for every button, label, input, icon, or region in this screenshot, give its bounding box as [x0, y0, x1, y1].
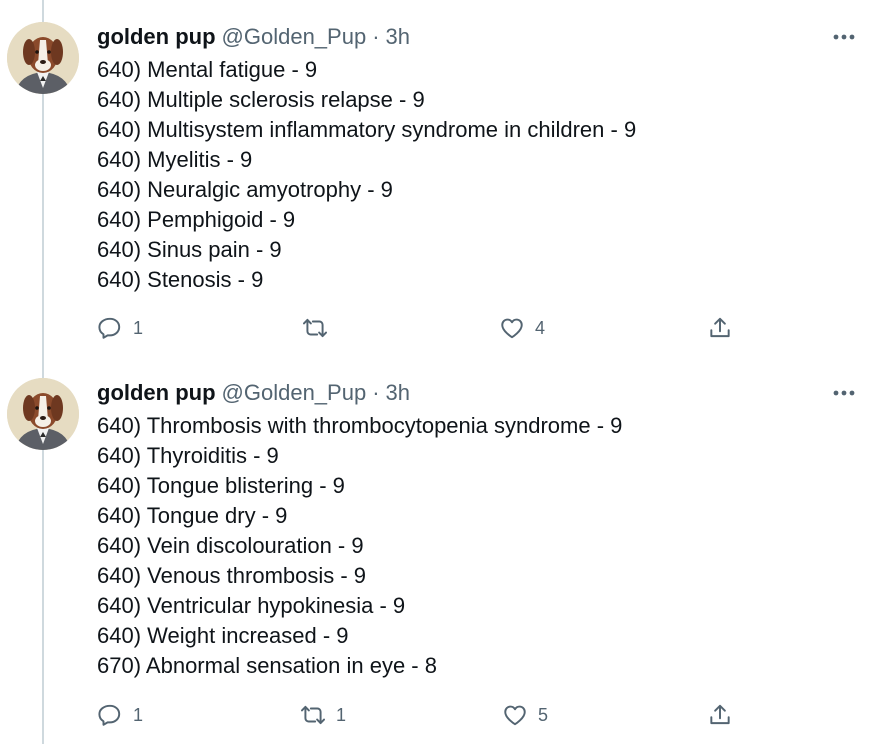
tweet-line: 640) Mental fatigue - 9 [97, 57, 318, 82]
author-name[interactable]: golden pup [97, 24, 216, 50]
reply-button[interactable]: 1 [97, 698, 143, 732]
like-count: 4 [535, 317, 546, 338]
more-options-button[interactable] [830, 26, 858, 48]
retweet-button[interactable] [302, 311, 338, 345]
tweet-actions: 1 4 [0, 311, 880, 345]
like-icon [501, 318, 523, 339]
tweet-line: 640) Multiple sclerosis relapse - 9 [97, 87, 425, 112]
tweet-line: 640) Myelitis - 9 [97, 147, 253, 172]
more-icon [833, 390, 855, 396]
more-icon [833, 34, 855, 40]
author-name[interactable]: golden pup [97, 380, 216, 406]
tweet-line: 640) Neuralgic amyotrophy - 9 [97, 177, 393, 202]
tweet-line: 640) Weight increased - 9 [97, 623, 349, 648]
tweet-header: golden pup @Golden_Pup · 3h [97, 22, 410, 52]
tweet-line: 640) Stenosis - 9 [97, 267, 264, 292]
like-button[interactable]: 4 [499, 311, 545, 345]
share-icon [710, 317, 730, 338]
retweet-count: 1 [336, 704, 347, 725]
timestamp[interactable]: 3h [386, 380, 410, 406]
tweet-line: 640) Venous thrombosis - 9 [97, 563, 367, 588]
thread-connector-line [42, 0, 44, 744]
like-button[interactable]: 5 [502, 698, 548, 732]
tweet-line: 640) Tongue blistering - 9 [97, 473, 345, 498]
reply-count: 1 [133, 704, 144, 725]
retweet-button[interactable]: 1 [300, 698, 346, 732]
reply-count: 1 [133, 317, 144, 338]
author-handle[interactable]: @Golden_Pup [222, 24, 367, 50]
reply-icon [98, 704, 121, 726]
tweet-line: 640) Thrombosis with thrombocytopenia sy… [97, 413, 623, 438]
author-handle[interactable]: @Golden_Pup [222, 380, 367, 406]
tweet-line: 640) Thyroiditis - 9 [97, 443, 279, 468]
tweet-line: 640) Sinus pain - 9 [97, 237, 282, 262]
avatar[interactable] [7, 22, 79, 94]
tweet-text: 640) Thrombosis with thrombocytopenia sy… [97, 411, 622, 681]
share-button[interactable] [707, 311, 733, 345]
reply-button[interactable]: 1 [97, 311, 143, 345]
more-options-button[interactable] [830, 382, 858, 404]
like-icon [504, 705, 526, 726]
tweet-actions: 1 1 5 [0, 698, 880, 732]
timestamp[interactable]: 3h [386, 24, 410, 50]
like-count: 5 [538, 704, 549, 725]
separator-dot: · [372, 380, 380, 405]
tweet-line: 640) Tongue dry - 9 [97, 503, 288, 528]
tweet-line: 640) Multisystem inflammatory syndrome i… [97, 117, 637, 142]
separator-dot: · [372, 24, 380, 49]
avatar[interactable] [7, 378, 79, 450]
tweet-line: 640) Vein discolouration - 9 [97, 533, 364, 558]
retweet-icon [300, 705, 326, 725]
tweet-text: 640) Mental fatigue - 9 640) Multiple sc… [97, 55, 636, 295]
tweet-line: 670) Abnormal sensation in eye - 8 [97, 653, 437, 678]
tweet-line: 640) Ventricular hypokinesia - 9 [97, 593, 406, 618]
share-button[interactable] [707, 698, 733, 732]
reply-icon [98, 317, 121, 339]
retweet-icon [302, 318, 328, 338]
tweet-header: golden pup @Golden_Pup · 3h [97, 378, 410, 408]
tweet-line: 640) Pemphigoid - 9 [97, 207, 296, 232]
share-icon [710, 704, 730, 725]
